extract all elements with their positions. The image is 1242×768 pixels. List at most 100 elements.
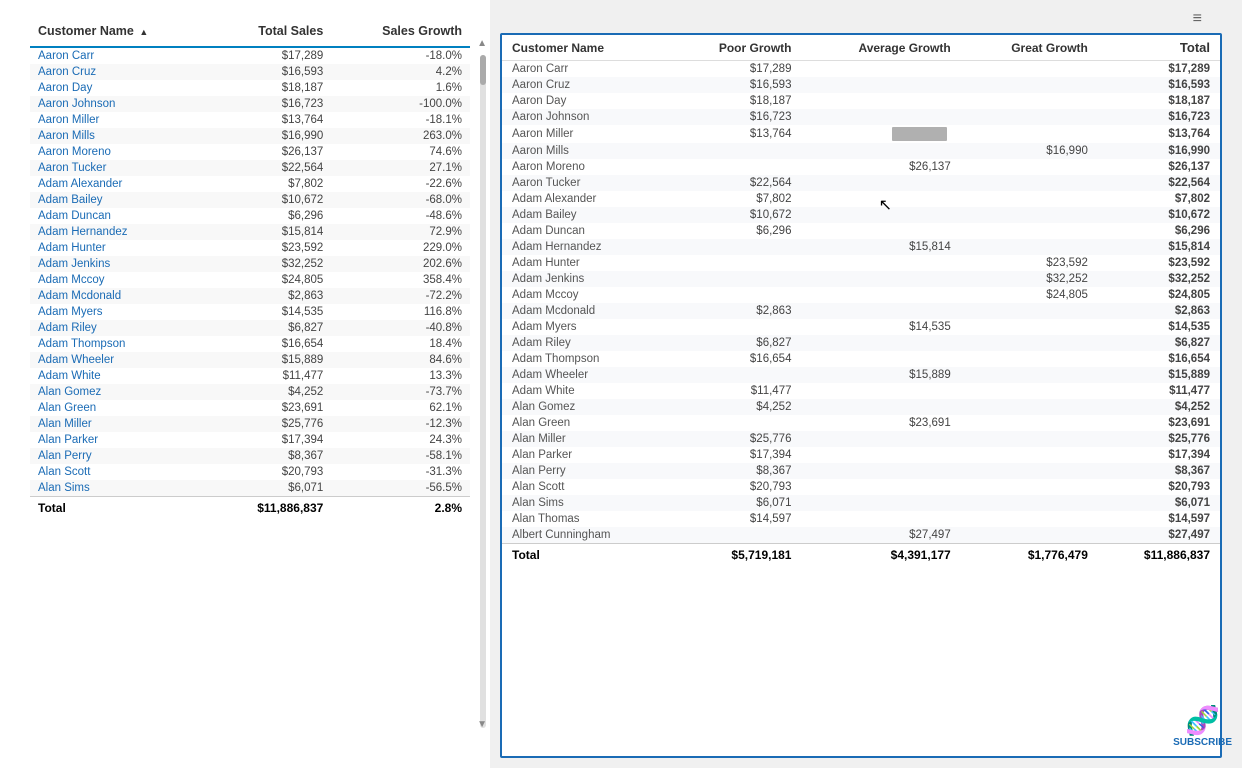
table-cell[interactable]: Adam Thompson bbox=[502, 351, 670, 367]
table-cell[interactable]: Adam Myers bbox=[502, 319, 670, 335]
table-cell[interactable]: Albert Cunningham bbox=[502, 527, 670, 544]
table-cell[interactable]: Adam Alexander bbox=[30, 176, 213, 192]
dna-icon: 🧬 bbox=[1185, 704, 1220, 737]
table-cell[interactable]: Adam Hunter bbox=[30, 240, 213, 256]
table-cell bbox=[670, 367, 801, 383]
table-cell[interactable]: Aaron Carr bbox=[30, 47, 213, 64]
scrollbar[interactable] bbox=[480, 55, 486, 728]
table-cell[interactable]: Adam Jenkins bbox=[502, 271, 670, 287]
table-cell[interactable]: Alan Thomas bbox=[502, 511, 670, 527]
col-sales-growth[interactable]: Sales Growth bbox=[331, 20, 470, 47]
table-cell[interactable]: Aaron Tucker bbox=[502, 175, 670, 191]
table-cell[interactable]: Adam Alexander bbox=[502, 191, 670, 207]
table-cell[interactable]: Adam Mcdonald bbox=[502, 303, 670, 319]
table-row: Aaron Day$18,1871.6% bbox=[30, 80, 470, 96]
table-cell[interactable]: Aaron Mills bbox=[502, 143, 670, 159]
table-cell bbox=[961, 109, 1098, 125]
table-cell[interactable]: Adam Bailey bbox=[502, 207, 670, 223]
hamburger-icon[interactable]: ≡ bbox=[1193, 10, 1202, 28]
table-cell[interactable]: Aaron Miller bbox=[502, 125, 670, 143]
table-cell: $18,187 bbox=[1098, 93, 1220, 109]
table-cell[interactable]: Adam Mcdonald bbox=[30, 288, 213, 304]
table-row: Adam Alexander$7,802$7,802 bbox=[502, 191, 1220, 207]
table-cell[interactable]: Adam Thompson bbox=[30, 336, 213, 352]
table-cell[interactable]: Adam Hernandez bbox=[502, 239, 670, 255]
right-col-great[interactable]: Great Growth bbox=[961, 35, 1098, 61]
table-cell[interactable]: Alan Green bbox=[502, 415, 670, 431]
table-row: Adam Myers$14,535116.8% bbox=[30, 304, 470, 320]
right-col-customer[interactable]: Customer Name bbox=[502, 35, 670, 61]
table-cell bbox=[961, 207, 1098, 223]
table-row: Adam Mccoy$24,805358.4% bbox=[30, 272, 470, 288]
right-col-poor[interactable]: Poor Growth bbox=[670, 35, 801, 61]
table-row: Alan Green$23,691$23,691 bbox=[502, 415, 1220, 431]
table-cell: -56.5% bbox=[331, 480, 470, 497]
table-cell bbox=[670, 143, 801, 159]
table-cell[interactable]: Aaron Miller bbox=[30, 112, 213, 128]
left-panel: Customer Name ▲ Total Sales Sales Growth… bbox=[0, 0, 490, 768]
table-cell bbox=[961, 447, 1098, 463]
table-cell[interactable]: Adam Duncan bbox=[502, 223, 670, 239]
table-cell[interactable]: Alan Miller bbox=[502, 431, 670, 447]
table-cell: $16,723 bbox=[1098, 109, 1220, 125]
table-cell: -72.2% bbox=[331, 288, 470, 304]
table-cell[interactable]: Adam Myers bbox=[30, 304, 213, 320]
table-row: Aaron Cruz$16,5934.2% bbox=[30, 64, 470, 80]
table-cell[interactable]: Adam Mccoy bbox=[502, 287, 670, 303]
table-cell[interactable]: Alan Parker bbox=[502, 447, 670, 463]
right-col-avg[interactable]: Average Growth bbox=[801, 35, 960, 61]
table-cell: $16,990 bbox=[213, 128, 332, 144]
table-cell[interactable]: Adam White bbox=[30, 368, 213, 384]
table-cell[interactable]: Aaron Moreno bbox=[502, 159, 670, 175]
table-row: Adam Hunter$23,592$23,592 bbox=[502, 255, 1220, 271]
table-cell[interactable]: Aaron Johnson bbox=[502, 109, 670, 125]
table-row: Adam Riley$6,827$6,827 bbox=[502, 335, 1220, 351]
table-cell[interactable]: Aaron Cruz bbox=[502, 77, 670, 93]
table-cell: -73.7% bbox=[331, 384, 470, 400]
table-cell[interactable]: Alan Parker bbox=[30, 432, 213, 448]
table-cell: $15,889 bbox=[213, 352, 332, 368]
table-cell[interactable]: Adam Bailey bbox=[30, 192, 213, 208]
table-cell[interactable]: Alan Perry bbox=[30, 448, 213, 464]
table-cell[interactable]: Adam Riley bbox=[30, 320, 213, 336]
table-cell: $16,593 bbox=[1098, 77, 1220, 93]
table-row: Adam White$11,477$11,477 bbox=[502, 383, 1220, 399]
table-cell bbox=[961, 93, 1098, 109]
table-cell[interactable]: Adam Hernandez bbox=[30, 224, 213, 240]
scroll-down-arrow[interactable]: ▼ bbox=[477, 719, 487, 730]
table-cell[interactable]: Adam Riley bbox=[502, 335, 670, 351]
table-cell[interactable]: Alan Scott bbox=[30, 464, 213, 480]
table-cell[interactable]: Alan Gomez bbox=[502, 399, 670, 415]
table-cell[interactable]: Adam Wheeler bbox=[30, 352, 213, 368]
table-cell[interactable]: Adam Jenkins bbox=[30, 256, 213, 272]
table-cell[interactable]: Adam White bbox=[502, 383, 670, 399]
table-cell[interactable]: Adam Wheeler bbox=[502, 367, 670, 383]
table-cell[interactable]: Alan Perry bbox=[502, 463, 670, 479]
table-cell[interactable]: Alan Gomez bbox=[30, 384, 213, 400]
table-cell[interactable]: Alan Sims bbox=[502, 495, 670, 511]
table-cell[interactable]: Adam Duncan bbox=[30, 208, 213, 224]
col-total-sales[interactable]: Total Sales bbox=[213, 20, 332, 47]
table-cell[interactable]: Aaron Tucker bbox=[30, 160, 213, 176]
table-cell[interactable]: Adam Hunter bbox=[502, 255, 670, 271]
table-cell: 116.8% bbox=[331, 304, 470, 320]
table-cell[interactable]: Alan Sims bbox=[30, 480, 213, 497]
table-cell[interactable]: Aaron Day bbox=[30, 80, 213, 96]
col-customer-name[interactable]: Customer Name ▲ bbox=[30, 20, 213, 47]
table-cell[interactable]: Aaron Johnson bbox=[30, 96, 213, 112]
table-cell[interactable]: Aaron Moreno bbox=[30, 144, 213, 160]
scroll-thumb[interactable] bbox=[480, 55, 486, 85]
table-cell[interactable]: Alan Scott bbox=[502, 479, 670, 495]
right-col-total[interactable]: Total bbox=[1098, 35, 1220, 61]
table-cell: $17,394 bbox=[670, 447, 801, 463]
table-cell[interactable]: Adam Mccoy bbox=[30, 272, 213, 288]
table-cell[interactable]: Aaron Day bbox=[502, 93, 670, 109]
subscribe-badge[interactable]: 🧬 SUBSCRIBE bbox=[1173, 704, 1232, 748]
table-cell[interactable]: Alan Green bbox=[30, 400, 213, 416]
table-cell: $16,654 bbox=[1098, 351, 1220, 367]
table-cell[interactable]: Aaron Mills bbox=[30, 128, 213, 144]
scroll-up-arrow[interactable]: ▲ bbox=[477, 38, 487, 49]
table-cell[interactable]: Aaron Cruz bbox=[30, 64, 213, 80]
table-cell[interactable]: Alan Miller bbox=[30, 416, 213, 432]
table-cell[interactable]: Aaron Carr bbox=[502, 61, 670, 78]
